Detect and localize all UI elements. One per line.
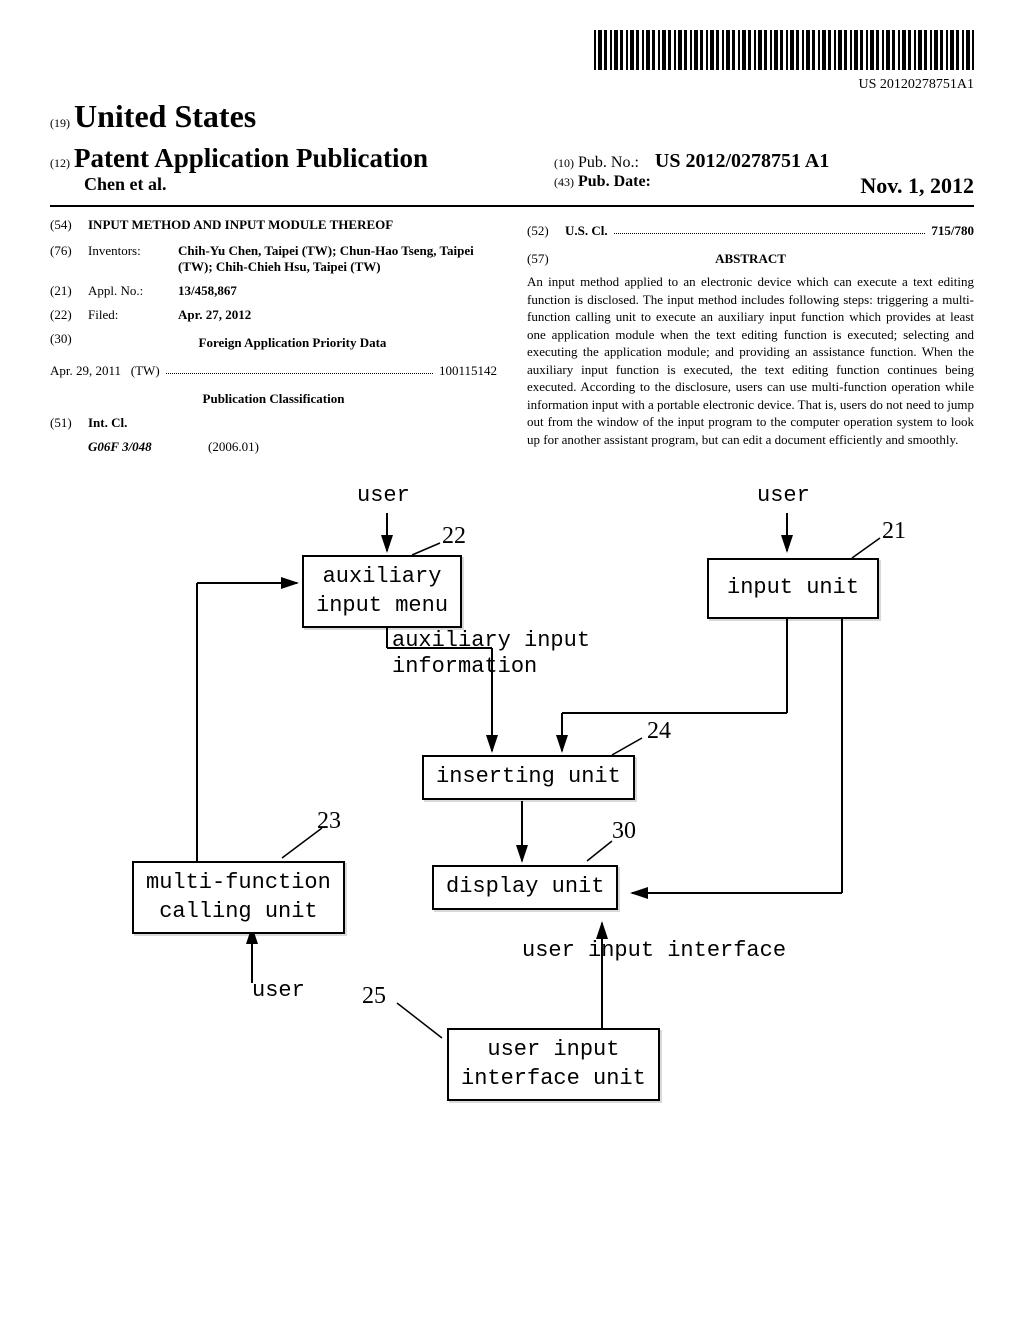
pubno-value: US 2012/0278751 A1 (655, 150, 829, 172)
ref-24: 24 (647, 718, 671, 745)
barcode-graphic (594, 30, 974, 70)
title-num: (54) (50, 217, 88, 233)
ref-22: 22 (442, 523, 466, 550)
ref-23: 23 (317, 808, 341, 835)
dot-leader (166, 363, 433, 374)
uscl-value: 715/780 (931, 223, 974, 239)
user-input-interface-label: user input interface (522, 938, 786, 963)
priority-country: (TW) (131, 363, 160, 379)
abstract-heading: ABSTRACT (527, 251, 974, 267)
pubno-label: Pub. No.: (578, 154, 639, 171)
pub-type: Patent Application Publication (74, 143, 428, 173)
box-user-input-interface-unit: user input interface unit (447, 1028, 660, 1101)
priority-num: (30) (50, 331, 88, 355)
diagram-user-label-2: user (757, 483, 810, 508)
box-input-unit: input unit (707, 558, 879, 619)
pubdate-label: Pub. Date: (578, 173, 651, 190)
diagram-user-label-1: user (357, 483, 410, 508)
dot-leader-2 (614, 223, 926, 234)
ref-30: 30 (612, 818, 636, 845)
appl-num: (21) (50, 283, 88, 299)
filed-label: Filed: (88, 307, 178, 323)
box-auxiliary-input-menu: auxiliary input menu (302, 555, 462, 628)
abstract-num: (57) (527, 251, 549, 266)
pubno-num: (10) (554, 156, 574, 170)
intcl-code: G06F 3/048 (88, 439, 208, 455)
barcode-area: US 20120278751A1 (50, 30, 974, 93)
appl-label: Appl. No.: (88, 283, 178, 299)
inventors-value: Chih-Yu Chen, Taipei (TW); Chun-Hao Tsen… (178, 243, 497, 275)
uscl-label: U.S. Cl. (565, 223, 608, 239)
ref-21: 21 (882, 518, 906, 545)
ref-25: 25 (362, 983, 386, 1010)
priority-date: Apr. 29, 2011 (50, 363, 121, 379)
box-display-unit: display unit (432, 865, 618, 910)
abstract-text: An input method applied to an electronic… (527, 273, 974, 448)
intcl-year: (2006.01) (208, 439, 259, 455)
intcl-label: Int. Cl. (88, 415, 127, 431)
inventors-num: (76) (50, 243, 88, 275)
invention-title: INPUT METHOD AND INPUT MODULE THEREOF (88, 217, 497, 233)
uscl-num: (52) (527, 223, 565, 239)
intcl-num: (51) (50, 415, 88, 431)
box-multifunction-calling-unit: multi-function calling unit (132, 861, 345, 934)
country-num: (19) (50, 116, 70, 130)
aux-input-info-label: auxiliary input information (392, 628, 590, 681)
country-name: United States (74, 98, 256, 134)
filed-num: (22) (50, 307, 88, 323)
filed-value: Apr. 27, 2012 (178, 307, 497, 323)
author-line: Chen et al. (84, 174, 554, 195)
figure-diagram: user user 22 21 auxiliary input menu inp… (102, 483, 922, 1103)
diagram-user-label-3: user (252, 978, 305, 1003)
inventors-label: Inventors: (88, 243, 178, 275)
pubdate-num: (43) (554, 175, 574, 189)
appl-value: 13/458,867 (178, 283, 497, 299)
priority-heading: Foreign Application Priority Data (88, 335, 497, 351)
pubdate-value: Nov. 1, 2012 (860, 173, 974, 199)
barcode-text: US 20120278751A1 (50, 77, 974, 93)
pubclass-heading: Publication Classification (50, 391, 497, 407)
box-inserting-unit: inserting unit (422, 755, 635, 800)
pub-type-num: (12) (50, 156, 70, 170)
priority-appno: 100115142 (439, 363, 497, 379)
